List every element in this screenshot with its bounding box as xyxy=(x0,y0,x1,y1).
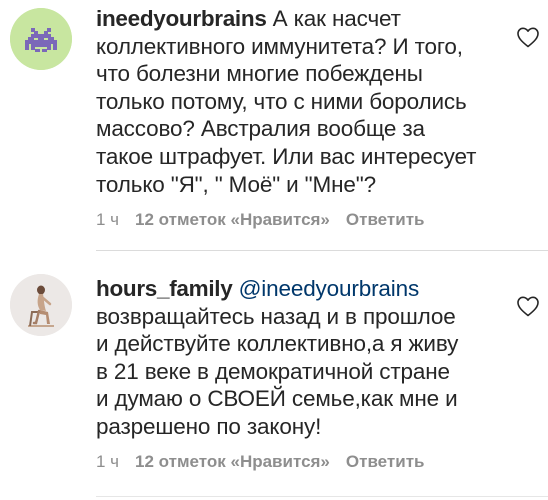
comment-meta: 1 ч 12 отметок «Нравится» Ответить xyxy=(96,210,424,230)
comment-time: 1 ч xyxy=(96,452,120,471)
likes-count[interactable]: 12 отметок «Нравится» xyxy=(135,452,330,471)
comment-time: 1 ч xyxy=(96,210,120,229)
comment-body: hours_family @ineedyourbrains возвращайт… xyxy=(96,275,501,441)
comment-item: hours_family @ineedyourbrains возвращайт… xyxy=(0,256,548,500)
user-photo-avatar xyxy=(10,274,72,336)
avatar[interactable] xyxy=(10,8,72,70)
comment-meta: 1 ч 12 отметок «Нравится» Ответить xyxy=(96,452,424,472)
space-invader-icon xyxy=(10,8,72,70)
like-heart-icon[interactable] xyxy=(516,295,540,317)
likes-count[interactable]: 12 отметок «Нравится» xyxy=(135,210,330,229)
comment-body: ineedyourbrains А как насчет коллективно… xyxy=(96,5,501,198)
mention-link[interactable]: @ineedyourbrains xyxy=(239,276,420,301)
comment-username[interactable]: hours_family xyxy=(96,276,233,301)
reply-button[interactable]: Ответить xyxy=(346,452,425,471)
bottom-divider xyxy=(96,496,548,497)
comment-divider xyxy=(96,250,548,251)
avatar[interactable] xyxy=(10,274,72,336)
like-heart-icon[interactable] xyxy=(516,26,540,48)
comment-username[interactable]: ineedyourbrains xyxy=(96,6,267,31)
comment-item: ineedyourbrains А как насчет коллективно… xyxy=(0,0,548,251)
reply-button[interactable]: Ответить xyxy=(346,210,425,229)
comment-text: А как насчет коллективного иммунитета? И… xyxy=(96,6,477,197)
comment-text: возвращайтесь назад и в прошлое и действ… xyxy=(96,303,459,439)
